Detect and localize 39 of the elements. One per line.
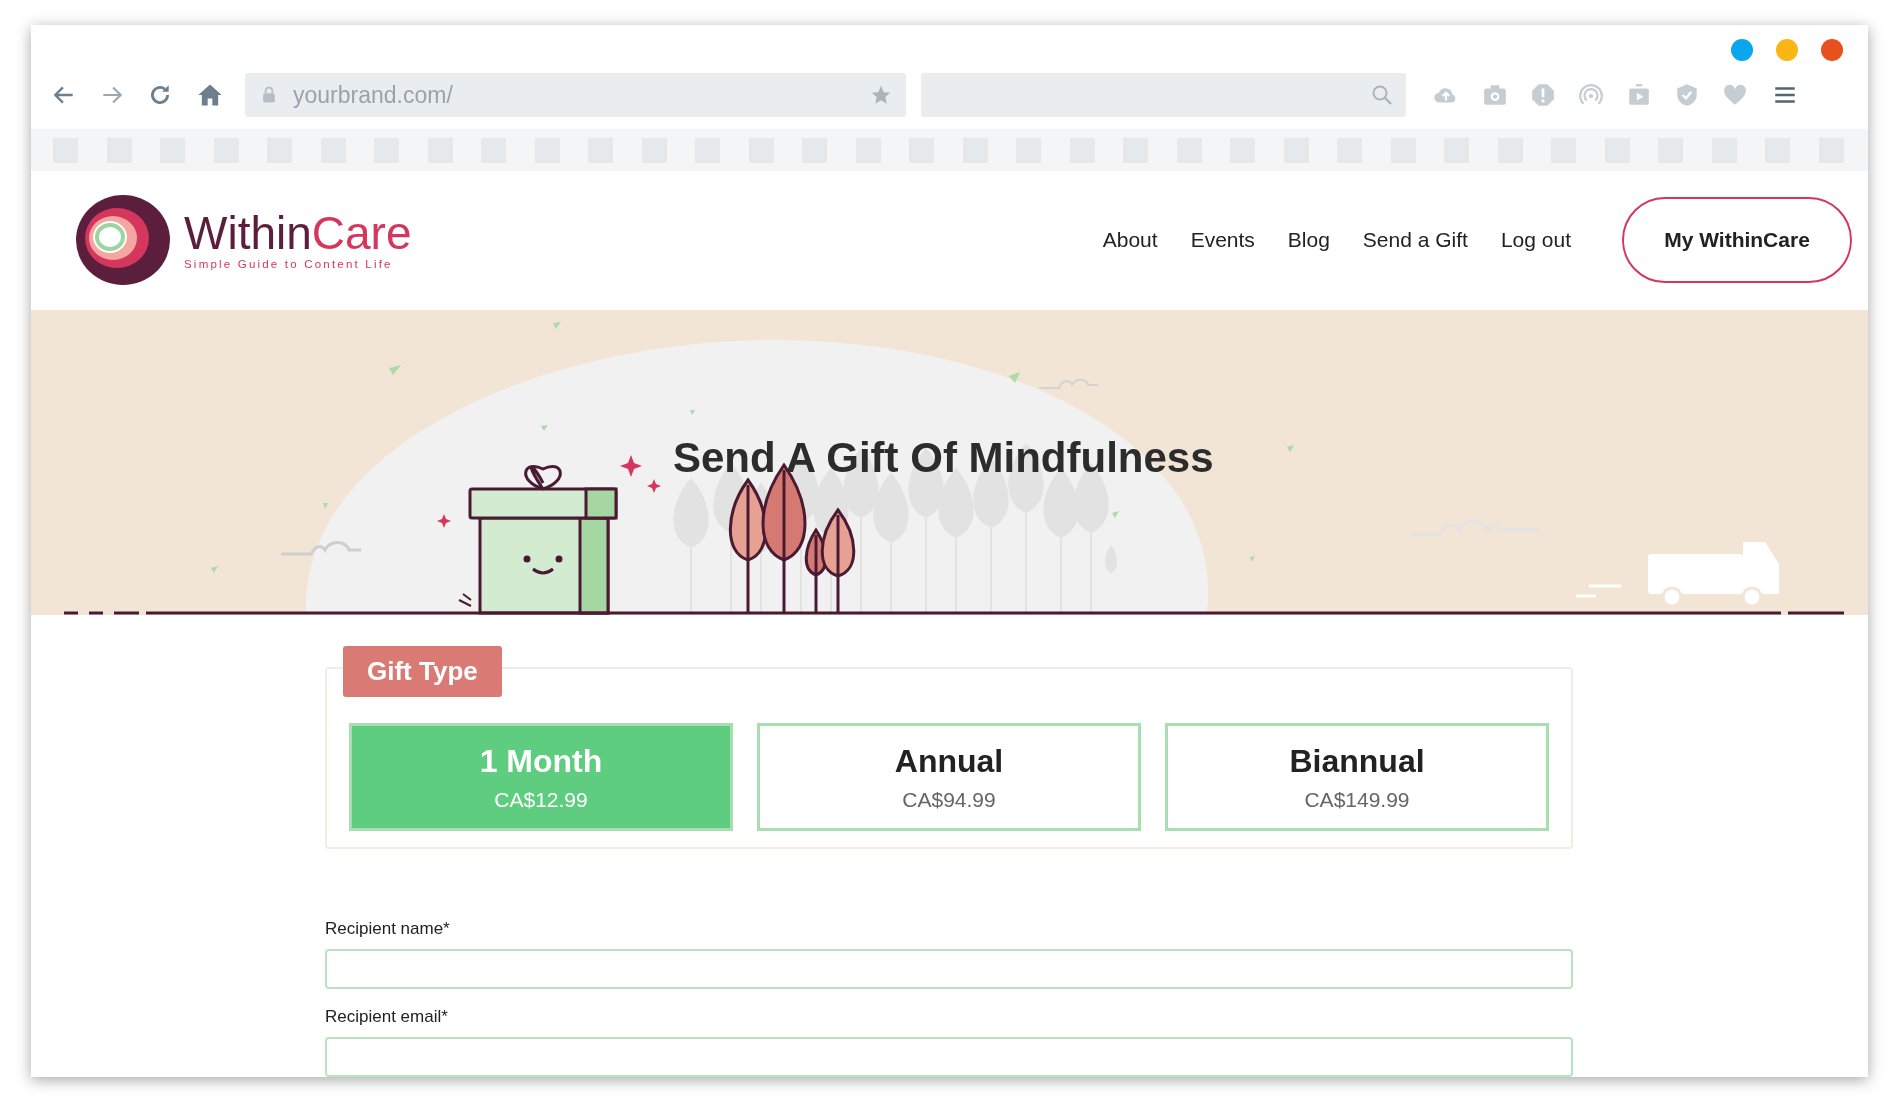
confetti-mark (211, 565, 218, 573)
field-label: Recipient email* (325, 1007, 449, 1027)
confetti-mark (553, 321, 561, 329)
logo-wordmark: WithinCare (184, 210, 412, 257)
gift-option[interactable]: Annual CA$94.99 (757, 723, 1141, 831)
play-box-icon[interactable] (1626, 82, 1652, 108)
nav-link[interactable]: Events (1190, 228, 1255, 253)
nav-link[interactable]: Log out (1500, 228, 1571, 253)
input-field[interactable] (325, 949, 1573, 989)
window-control-dot[interactable] (1821, 39, 1843, 61)
confetti-mark (1287, 444, 1294, 452)
star-icon[interactable] (870, 84, 892, 106)
confetti-mark (541, 424, 548, 431)
confetti-mark (690, 409, 695, 415)
gift-type-label: Gift Type (343, 646, 502, 697)
confetti-mark (1009, 371, 1020, 383)
window-control-dot[interactable] (1776, 39, 1798, 61)
logo-tagline: Simple Guide to Content Life (184, 258, 394, 271)
confetti-mark (1250, 555, 1255, 562)
cloud-drawing (1038, 378, 1099, 389)
gift-option[interactable]: Biannual CA$149.99 (1165, 723, 1549, 831)
confetti-mark (323, 502, 328, 509)
confetti-mark (1112, 510, 1119, 518)
account-button[interactable]: My WithinCare (1622, 197, 1852, 284)
nav-link[interactable]: Blog (1287, 228, 1330, 253)
shield-check-icon[interactable] (1674, 82, 1700, 108)
input-field[interactable] (325, 1037, 1573, 1077)
alert-icon[interactable] (1530, 82, 1556, 108)
window-control-dot[interactable] (1731, 39, 1753, 61)
logo-icon (75, 194, 172, 287)
confetti-mark (389, 364, 401, 375)
hero-title: Send A Gift Of Mindfulness (673, 433, 1214, 482)
search-field[interactable] (921, 73, 1406, 117)
search-icon[interactable] (1370, 83, 1394, 107)
nav-link[interactable]: About (1102, 228, 1158, 253)
url-text: yourbrand.com/ (293, 81, 454, 109)
nav-link[interactable]: Send a Gift (1362, 228, 1468, 253)
camera-icon[interactable] (1482, 82, 1508, 108)
field-label: Recipient name* (325, 919, 451, 939)
